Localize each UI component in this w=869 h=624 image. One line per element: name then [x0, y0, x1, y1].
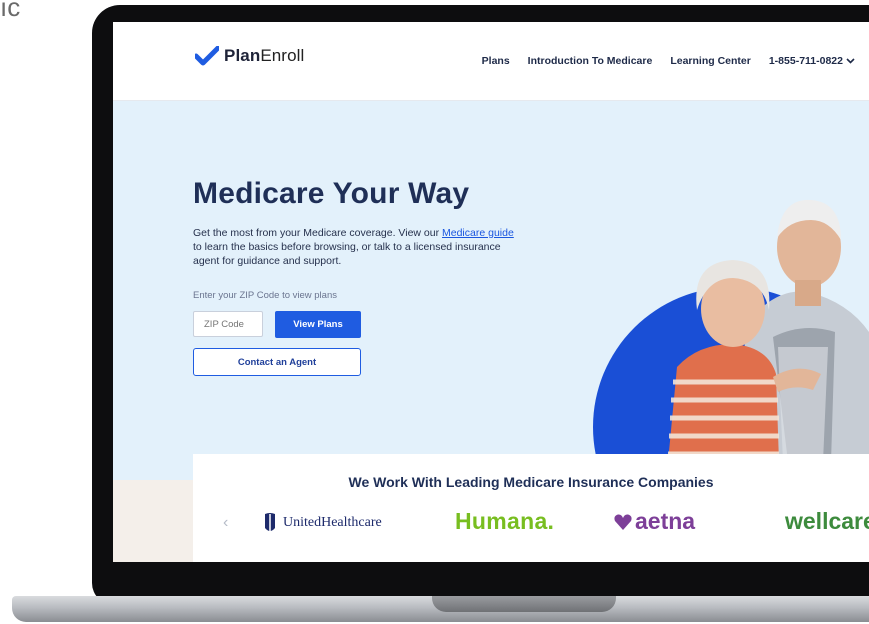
hero-title: Medicare Your Way: [193, 177, 470, 210]
checkmark-logo-icon: [195, 46, 219, 66]
chevron-down-icon: [846, 58, 855, 64]
site-header: PlanEnroll Plans Introduction To Medicar…: [113, 22, 869, 101]
partner-logo-carousel: ‹ UnitedHealthcare Humana. aetna wellcar…: [193, 506, 869, 542]
phone-number: 1-855-711-0822: [768, 55, 843, 67]
partners-title: We Work With Leading Medicare Insurance …: [348, 474, 714, 490]
nav-link-introduction-to-medicare[interactable]: Introduction To Medicare: [528, 55, 653, 67]
partners-section: We Work With Leading Medicare Insurance …: [193, 454, 869, 562]
view-plans-button[interactable]: View Plans: [275, 311, 361, 338]
planenroll-logo[interactable]: PlanEnroll: [195, 46, 304, 66]
laptop-notch: [432, 596, 616, 612]
zip-label: Enter your ZIP Code to view plans: [193, 290, 337, 301]
carousel-prev-icon[interactable]: ‹: [223, 514, 228, 532]
unitedhealthcare-logo: UnitedHealthcare: [263, 512, 382, 534]
hero-description: Get the most from your Medicare coverage…: [193, 227, 514, 267]
corner-fragment-text: ıc: [0, 0, 21, 22]
wellcare-logo: wellcare: [785, 508, 869, 534]
nav-link-learning-center[interactable]: Learning Center: [670, 55, 751, 67]
humana-logo: Humana.: [455, 508, 555, 534]
logo-text: PlanEnroll: [224, 46, 305, 65]
contact-agent-button[interactable]: Contact an Agent: [193, 348, 361, 376]
medicare-guide-link[interactable]: Medicare guide: [442, 227, 514, 239]
heart-icon: [614, 513, 632, 530]
laptop-screen: PlanEnroll Plans Introduction To Medicar…: [113, 22, 869, 562]
nav-link-plans[interactable]: Plans: [482, 55, 510, 67]
zip-code-input[interactable]: [193, 311, 263, 337]
main-nav: Plans Introduction To Medicare Learning …: [482, 55, 855, 67]
uhc-shield-icon: [265, 513, 275, 531]
senior-couple-photo: [593, 199, 869, 462]
bottom-strip: [113, 480, 193, 562]
phone-dropdown[interactable]: 1-855-711-0822: [769, 55, 855, 67]
aetna-logo: aetna: [613, 508, 695, 535]
